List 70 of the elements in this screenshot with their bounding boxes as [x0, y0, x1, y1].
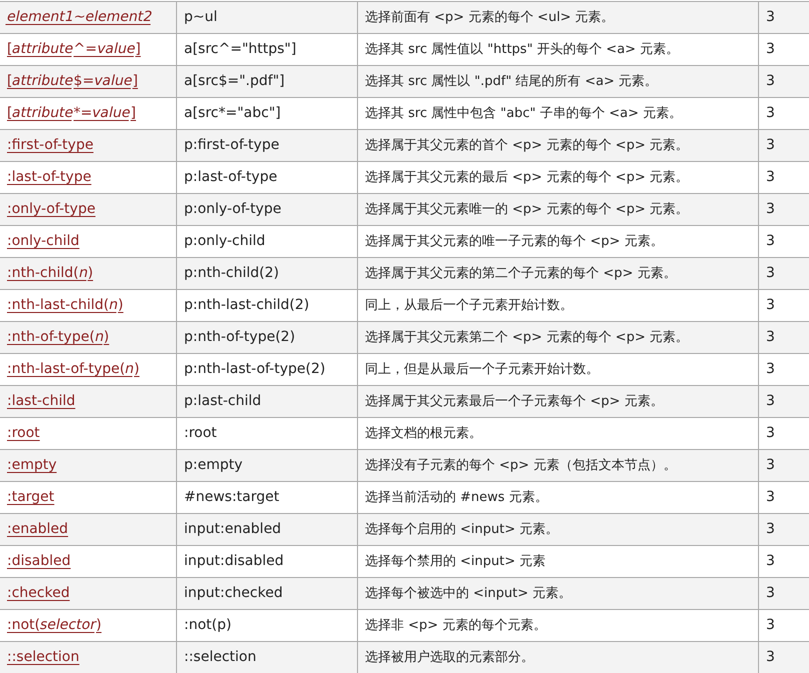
table-cell: p~ul: [176, 2, 358, 34]
table-cell: 3: [758, 450, 809, 482]
table-cell: a[src$=".pdf"]: [176, 66, 358, 98]
table-cell: 选择属于其父元素的最后 <p> 元素的每个 <p> 元素。: [358, 162, 758, 194]
table-cell: 3: [758, 546, 809, 578]
table-cell: input:checked: [176, 578, 358, 610]
table-cell: 3: [758, 98, 809, 130]
table-cell: 3: [758, 514, 809, 546]
table-cell: 3: [758, 418, 809, 450]
table-cell: 3: [758, 386, 809, 418]
selector-link[interactable]: :empty: [7, 457, 57, 473]
table-cell: 3: [758, 578, 809, 610]
table-cell: 3: [758, 162, 809, 194]
table-cell: 选择每个被选中的 <input> 元素。: [358, 578, 758, 610]
table-cell: p:nth-of-type(2): [176, 322, 358, 354]
table-cell: 选择每个禁用的 <input> 元素: [358, 546, 758, 578]
table-cell: 选择当前活动的 #news 元素。: [358, 482, 758, 514]
table-cell: 3: [758, 610, 809, 642]
table-cell: p:nth-last-of-type(2): [176, 354, 358, 386]
table-cell: 选择其 src 属性值以 "https" 开头的每个 <a> 元素。: [358, 34, 758, 66]
table-cell: p:nth-child(2): [176, 258, 358, 290]
table-cell: p:empty: [176, 450, 358, 482]
table-cell: 3: [758, 482, 809, 514]
table-cell: 选择前面有 <p> 元素的每个 <ul> 元素。: [358, 2, 758, 34]
table-cell: 3: [758, 2, 809, 34]
table-cell: 同上，从最后一个子元素开始计数。: [358, 290, 758, 322]
selector-link[interactable]: :enabled: [7, 521, 68, 537]
table-cell: 选择文档的根元素。: [358, 418, 758, 450]
table-cell: 选择属于其父元素唯一的 <p> 元素的每个 <p> 元素。: [358, 194, 758, 226]
table-cell: 选择属于其父元素最后一个子元素每个 <p> 元素。: [358, 386, 758, 418]
table-cell: 3: [758, 354, 809, 386]
table-cell: p:last-of-type: [176, 162, 358, 194]
table-cell: 3: [758, 258, 809, 290]
table-cell: 选择属于其父元素第二个 <p> 元素的每个 <p> 元素。: [358, 322, 758, 354]
table-cell: p:last-child: [176, 386, 358, 418]
table-cell: 选择其 src 属性以 ".pdf" 结尾的所有 <a> 元素。: [358, 66, 758, 98]
table-cell: 选择每个启用的 <input> 元素。: [358, 514, 758, 546]
table-cell: #news:target: [176, 482, 358, 514]
selector-link[interactable]: :root: [7, 425, 40, 441]
selector-link[interactable]: :last-child: [7, 393, 76, 409]
table-cell: 选择其 src 属性中包含 "abc" 子串的每个 <a> 元素。: [358, 98, 758, 130]
table-cell: :not(p): [176, 610, 358, 642]
table-cell: p:nth-last-child(2): [176, 290, 358, 322]
table-cell: 3: [758, 130, 809, 162]
table-cell: p:first-of-type: [176, 130, 358, 162]
table-cell: 3: [758, 322, 809, 354]
table-cell: 3: [758, 194, 809, 226]
table-cell: p:only-of-type: [176, 194, 358, 226]
table-cell: 3: [758, 226, 809, 258]
table-cell: input:disabled: [176, 546, 358, 578]
table-cell: :root: [176, 418, 358, 450]
table-cell: p:only-child: [176, 226, 358, 258]
selector-link[interactable]: :target: [7, 489, 54, 505]
table-cell: 3: [758, 34, 809, 66]
selector-link[interactable]: :checked: [7, 585, 70, 601]
table-cell: 选择属于其父元素的唯一子元素的每个 <p> 元素。: [358, 226, 758, 258]
table-cell: 选择属于其父元素的首个 <p> 元素的每个 <p> 元素。: [358, 130, 758, 162]
table-cell: 3: [758, 290, 809, 322]
table-cell: 同上，但是从最后一个子元素开始计数。: [358, 354, 758, 386]
table-cell: a[src*="abc"]: [176, 98, 358, 130]
table-cell: a[src^="https"]: [176, 34, 358, 66]
table-cell: 选择属于其父元素的第二个子元素的每个 <p> 元素。: [358, 258, 758, 290]
table-cell: 选择被用户选取的元素部分。: [358, 642, 758, 673]
selector-link[interactable]: :disabled: [7, 553, 71, 569]
table-cell: 选择非 <p> 元素的每个元素。: [358, 610, 758, 642]
table-cell: 3: [758, 66, 809, 98]
table-cell: 选择没有子元素的每个 <p> 元素（包括文本节点）。: [358, 450, 758, 482]
table-cell: 3: [758, 642, 809, 673]
table-cell: ::selection: [176, 642, 358, 673]
table-cell: input:enabled: [176, 514, 358, 546]
